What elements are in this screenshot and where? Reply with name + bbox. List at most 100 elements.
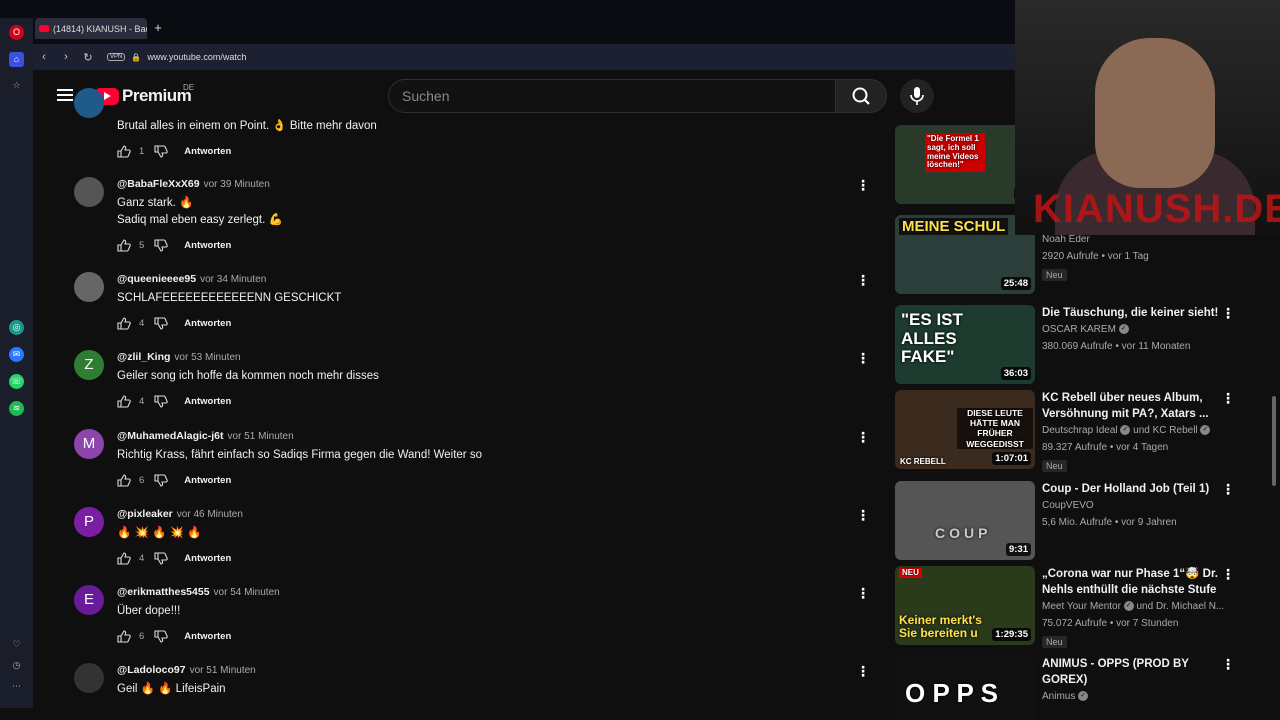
- scrollbar[interactable]: [1272, 396, 1276, 486]
- more-options-icon[interactable]: ⋮: [856, 351, 870, 365]
- reply-button[interactable]: Antworten: [184, 318, 231, 329]
- avatar[interactable]: [74, 272, 104, 302]
- comment-author[interactable]: @erikmatthes5455: [117, 586, 210, 598]
- reload-icon[interactable]: ↻: [77, 51, 99, 64]
- search-button[interactable]: [835, 79, 887, 113]
- comment-time[interactable]: vor 34 Minuten: [200, 274, 266, 285]
- like-icon[interactable]: [117, 473, 131, 487]
- like-icon[interactable]: [117, 629, 131, 643]
- more-options-icon[interactable]: ⋮: [856, 430, 870, 444]
- channel-name[interactable]: Noah Eder: [1042, 234, 1090, 245]
- video-duration: 25:48: [1000, 277, 1031, 290]
- comment-time[interactable]: vor 53 Minuten: [174, 352, 240, 363]
- comment-time[interactable]: vor 51 Minuten: [228, 431, 294, 442]
- more-options-icon[interactable]: ⋮: [856, 508, 870, 522]
- dislike-icon[interactable]: [154, 144, 169, 158]
- avatar[interactable]: [74, 88, 104, 118]
- more-options-icon[interactable]: ⋮: [856, 664, 870, 678]
- channel-name[interactable]: OSCAR KAREM: [1042, 324, 1116, 335]
- reply-button[interactable]: Antworten: [184, 240, 231, 251]
- video-title[interactable]: Die Täuschung, die keiner sieht!: [1042, 305, 1232, 321]
- dislike-icon[interactable]: [154, 629, 169, 643]
- video-title[interactable]: „Corona war nur Phase 1“🤯 Dr. Nehls enth…: [1042, 566, 1232, 598]
- comment-time[interactable]: vor 54 Minuten: [214, 587, 280, 598]
- avatar[interactable]: [74, 663, 104, 693]
- more-options-icon[interactable]: ⋮: [856, 273, 870, 287]
- like-icon[interactable]: [117, 551, 131, 565]
- new-tab-button[interactable]: +: [151, 21, 165, 35]
- star-icon[interactable]: ☆: [9, 78, 24, 93]
- more-options-icon[interactable]: ⋮: [1221, 305, 1235, 322]
- more-options-icon[interactable]: ⋮: [856, 178, 870, 192]
- more-options-icon[interactable]: ⋮: [1221, 390, 1235, 407]
- avatar[interactable]: Z: [74, 350, 104, 380]
- url-text[interactable]: www.youtube.com/watch: [147, 52, 246, 62]
- more-options-icon[interactable]: ⋮: [1221, 656, 1235, 673]
- opera-logo-icon[interactable]: O: [9, 25, 24, 40]
- channel-name[interactable]: Animus: [1042, 691, 1075, 702]
- more-icon[interactable]: ⋯: [9, 679, 24, 694]
- comment-time[interactable]: vor 46 Minuten: [177, 509, 243, 520]
- forward-icon[interactable]: ›: [55, 51, 77, 63]
- channel-name[interactable]: CoupVEVO: [1042, 500, 1094, 511]
- verified-icon: ✓: [1123, 601, 1134, 612]
- avatar[interactable]: M: [74, 429, 104, 459]
- video-title[interactable]: Coup - Der Holland Job (Teil 1): [1042, 481, 1232, 497]
- like-icon[interactable]: [117, 394, 131, 408]
- more-options-icon[interactable]: ⋮: [856, 586, 870, 600]
- reply-button[interactable]: Antworten: [184, 146, 231, 157]
- heart-icon[interactable]: ♡: [9, 637, 24, 652]
- menu-icon[interactable]: [57, 89, 73, 101]
- video-thumbnail[interactable]: DIESE LEUTE HÄTTE MAN FRÜHER WEGGEDISST K…: [895, 390, 1035, 469]
- reply-button[interactable]: Antworten: [184, 631, 231, 642]
- comment-body: @queenieeee95 vor 34 Minuten SCHLAFEEEEEE…: [117, 272, 837, 333]
- video-thumbnail[interactable]: "Die Formel 1 sagt, ich soll meine Video…: [895, 125, 1035, 204]
- vpn-badge[interactable]: VPN: [107, 53, 126, 61]
- video-title[interactable]: ANIMUS - OPPS (PROD BY GOREX): [1042, 656, 1232, 688]
- dislike-icon[interactable]: [154, 394, 169, 408]
- back-icon[interactable]: ‹: [33, 51, 55, 63]
- comment-author[interactable]: @queenieeee95: [117, 273, 196, 285]
- avatar[interactable]: P: [74, 507, 104, 537]
- like-icon[interactable]: [117, 238, 131, 252]
- video-title[interactable]: KC Rebell über neues Album, Versöhnung m…: [1042, 390, 1232, 422]
- browser-tab[interactable]: (14814) KIANUSH - Bacca: [35, 18, 147, 39]
- dislike-icon[interactable]: [154, 551, 169, 565]
- chatgpt-icon[interactable]: ◎: [9, 320, 24, 335]
- reply-button[interactable]: Antworten: [184, 553, 231, 564]
- video-thumbnail[interactable]: NEU Keiner merkt's Sie bereiten u 1:29:35: [895, 566, 1035, 645]
- like-icon[interactable]: [117, 144, 131, 158]
- dislike-icon[interactable]: [154, 238, 169, 252]
- avatar[interactable]: E: [74, 585, 104, 615]
- channel-name[interactable]: Deutschrap Ideal: [1042, 425, 1118, 436]
- comment-time[interactable]: vor 51 Minuten: [190, 665, 256, 676]
- reply-button[interactable]: Antworten: [184, 475, 231, 486]
- comment-time[interactable]: vor 39 Minuten: [204, 179, 270, 190]
- reply-button[interactable]: Antworten: [184, 396, 231, 407]
- channel-name-2[interactable]: und KC Rebell: [1133, 425, 1197, 436]
- more-options-icon[interactable]: ⋮: [1221, 481, 1235, 498]
- messenger-icon[interactable]: ✉: [9, 347, 24, 362]
- comment-author[interactable]: @BabaFleXxX69: [117, 178, 200, 190]
- channel-name[interactable]: Meet Your Mentor: [1042, 601, 1121, 612]
- dislike-icon[interactable]: [154, 316, 169, 330]
- whatsapp-icon[interactable]: ☏: [9, 374, 24, 389]
- more-options-icon[interactable]: ⋮: [1221, 566, 1235, 583]
- video-info: Coup - Der Holland Job (Teil 1) CoupVEVO…: [1042, 481, 1232, 531]
- dislike-icon[interactable]: [154, 473, 169, 487]
- comment-author[interactable]: @zlil_King: [117, 351, 170, 363]
- video-thumbnail[interactable]: "ES IST ALLES FAKE" 36:03: [895, 305, 1035, 384]
- video-thumbnail[interactable]: O P P S: [895, 656, 1035, 720]
- comment-author[interactable]: @pixleaker: [117, 508, 173, 520]
- history-icon[interactable]: ◷: [9, 658, 24, 673]
- home-icon[interactable]: ⌂: [9, 52, 24, 67]
- comment-author[interactable]: @Ladoloco97: [117, 664, 186, 676]
- video-thumbnail[interactable]: COUP 9:31: [895, 481, 1035, 560]
- channel-name-2[interactable]: und Dr. Michael N...: [1137, 601, 1225, 612]
- spotify-icon[interactable]: ≋: [9, 401, 24, 416]
- voice-search-button[interactable]: [900, 79, 934, 113]
- comment-author[interactable]: @MuhamedAlagic-j6t: [117, 430, 224, 442]
- like-icon[interactable]: [117, 316, 131, 330]
- video-thumbnail[interactable]: MEINE SCHUL 25:48: [895, 215, 1035, 294]
- avatar[interactable]: [74, 177, 104, 207]
